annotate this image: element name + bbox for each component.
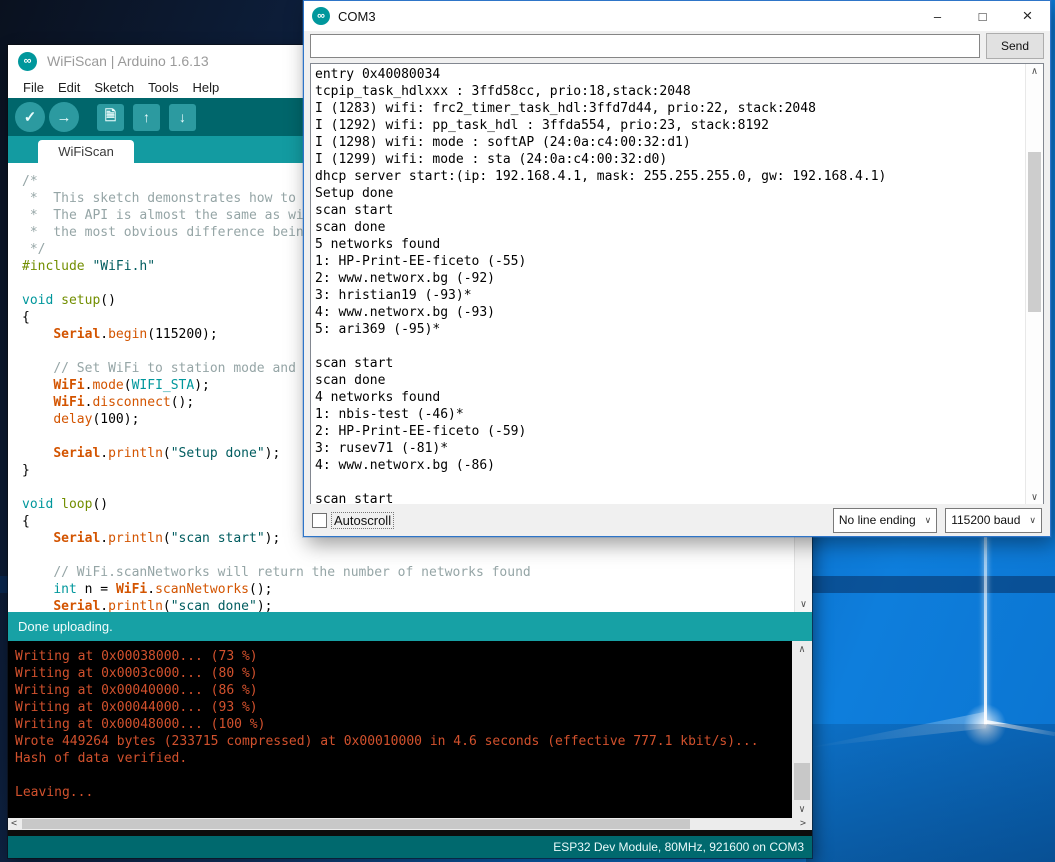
autoscroll-label: Autoscroll	[332, 513, 393, 528]
serial-titlebar[interactable]: ∞ COM3 – □ ×	[304, 1, 1050, 31]
verify-icon: ✓	[24, 108, 37, 126]
text-line: 4: www.networx.bg (-86)	[315, 457, 1023, 474]
scroll-up-icon[interactable]: ∧	[1026, 66, 1043, 77]
code-line: // WiFi.scanNetworks will return the num…	[22, 564, 794, 581]
chevron-down-icon: ∨	[925, 515, 932, 526]
scroll-left-icon[interactable]: <	[11, 818, 17, 830]
verify-button[interactable]: ✓	[15, 102, 45, 132]
maximize-button[interactable]: □	[960, 1, 1005, 31]
text-line: entry 0x40080034	[315, 66, 1023, 83]
serial-output-text: entry 0x40080034tcpip_task_hdlxxx : 3ffd…	[315, 66, 1023, 506]
tab-wifiscan[interactable]: WiFiScan	[38, 140, 134, 163]
autoscroll-checkbox[interactable]	[312, 513, 327, 528]
code-line	[22, 547, 794, 564]
save-sketch-button[interactable]: ↓	[169, 104, 196, 131]
upload-button[interactable]: →	[49, 102, 79, 132]
text-line: Setup done	[315, 185, 1023, 202]
serial-scrollbar[interactable]: ∧ ∨	[1025, 64, 1043, 505]
text-line: 1: HP-Print-EE-ficeto (-55)	[315, 253, 1023, 270]
text-line: tcpip_task_hdlxxx : 3ffd58cc, prio:18,st…	[315, 83, 1023, 100]
text-line: scan done	[315, 372, 1023, 389]
open-sketch-icon: ↑	[143, 109, 150, 125]
serial-bottom-bar: Autoscroll No line ending ∨ 115200 baud …	[304, 504, 1050, 536]
upload-icon: →	[57, 109, 72, 126]
text-line: 5 networks found	[315, 236, 1023, 253]
text-line: Hash of data verified.	[15, 750, 788, 767]
text-line: scan start	[315, 355, 1023, 372]
text-line: Writing at 0x00048000... (100 %)	[15, 716, 788, 733]
chevron-down-icon: ∨	[1029, 515, 1036, 526]
ide-window-title: WiFiScan | Arduino 1.6.13	[47, 53, 209, 69]
status-bar: Done uploading.	[8, 612, 812, 641]
scroll-down-icon[interactable]: ∨	[1026, 492, 1043, 503]
text-line: 2: HP-Print-EE-ficeto (-59)	[315, 423, 1023, 440]
menu-edit[interactable]: Edit	[51, 80, 87, 95]
menu-sketch[interactable]: Sketch	[87, 80, 141, 95]
code-line: int n = WiFi.scanNetworks();	[22, 581, 794, 598]
board-info-footer: ESP32 Dev Module, 80MHz, 921600 on COM3	[8, 836, 812, 858]
text-line: Writing at 0x00040000... (86 %)	[15, 682, 788, 699]
wallpaper-floor-shade	[806, 724, 1055, 862]
code-line: Serial.println("scan done");	[22, 598, 794, 612]
text-line: 4: www.networx.bg (-93)	[315, 304, 1023, 321]
text-line: 2: www.networx.bg (-92)	[315, 270, 1023, 287]
text-line: I (1299) wifi: mode : sta (24:0a:c4:00:3…	[315, 151, 1023, 168]
arduino-logo-icon: ∞	[312, 7, 330, 25]
serial-output-area[interactable]: entry 0x40080034tcpip_task_hdlxxx : 3ffd…	[310, 63, 1044, 506]
menu-file[interactable]: File	[16, 80, 51, 95]
scroll-down-icon[interactable]: ∨	[795, 599, 812, 610]
text-line: Leaving...	[15, 784, 788, 801]
text-line: Writing at 0x0003c000... (80 %)	[15, 665, 788, 682]
upload-console: Writing at 0x00038000... (73 %)Writing a…	[8, 641, 812, 818]
text-line	[315, 338, 1023, 355]
arduino-logo-icon: ∞	[18, 52, 37, 71]
serial-window-title: COM3	[338, 9, 915, 24]
text-line: Writing at 0x00038000... (73 %)	[15, 648, 788, 665]
text-line	[315, 474, 1023, 491]
console-hscrollbar[interactable]: < >	[8, 818, 812, 830]
text-line: Wrote 449264 bytes (233715 compressed) a…	[15, 733, 788, 750]
hscroll-thumb[interactable]	[22, 819, 690, 829]
text-line: 3: hristian19 (-93)*	[315, 287, 1023, 304]
text-line: 5: ari369 (-95)*	[315, 321, 1023, 338]
serial-input-row: Send	[304, 31, 1050, 61]
text-line	[15, 767, 788, 784]
new-sketch-button[interactable]: 🗎	[97, 104, 124, 131]
menu-help[interactable]: Help	[185, 80, 226, 95]
board-info-text: ESP32 Dev Module, 80MHz, 921600 on COM3	[553, 840, 804, 854]
text-line: dhcp server start:(ip: 192.168.4.1, mask…	[315, 168, 1023, 185]
baud-rate-select[interactable]: 115200 baud ∨	[945, 508, 1042, 533]
wallpaper-light-beam	[984, 537, 987, 725]
text-line: scan start	[315, 202, 1023, 219]
desktop: ∞ WiFiScan | Arduino 1.6.13 File Edit Sk…	[0, 0, 1055, 862]
text-line: 4 networks found	[315, 389, 1023, 406]
save-sketch-icon: ↓	[179, 109, 186, 125]
scroll-up-icon[interactable]: ∧	[792, 644, 812, 655]
serial-scroll-thumb[interactable]	[1028, 152, 1041, 312]
scroll-right-icon[interactable]: >	[800, 818, 806, 830]
scroll-down-icon[interactable]: ∨	[792, 804, 812, 815]
text-line: scan done	[315, 219, 1023, 236]
new-sketch-icon: 🗎	[105, 105, 116, 129]
line-ending-value: No line ending	[839, 513, 916, 527]
line-ending-select[interactable]: No line ending ∨	[833, 508, 937, 533]
text-line: I (1298) wifi: mode : softAP (24:0a:c4:0…	[315, 134, 1023, 151]
status-message: Done uploading.	[18, 619, 113, 634]
console-scrollbar[interactable]: ∧ ∨	[792, 641, 812, 818]
text-line: I (1283) wifi: frc2_timer_task_hdl:3ffd7…	[315, 100, 1023, 117]
menu-tools[interactable]: Tools	[141, 80, 185, 95]
text-line: Writing at 0x00044000... (93 %)	[15, 699, 788, 716]
baud-rate-value: 115200 baud	[951, 513, 1020, 527]
console-text: Writing at 0x00038000... (73 %)Writing a…	[15, 648, 788, 801]
text-line: I (1292) wifi: pp_task_hdl : 3ffda554, p…	[315, 117, 1023, 134]
send-button[interactable]: Send	[986, 33, 1044, 59]
text-line: 1: nbis-test (-46)*	[315, 406, 1023, 423]
open-sketch-button[interactable]: ↑	[133, 104, 160, 131]
close-button[interactable]: ×	[1005, 1, 1050, 31]
text-line: 3: rusev71 (-81)*	[315, 440, 1023, 457]
serial-send-input[interactable]	[310, 34, 980, 58]
console-scroll-thumb[interactable]	[794, 763, 810, 800]
serial-monitor-window: ∞ COM3 – □ × Send entry 0x40080034tcpip_…	[303, 0, 1051, 537]
minimize-button[interactable]: –	[915, 1, 960, 31]
